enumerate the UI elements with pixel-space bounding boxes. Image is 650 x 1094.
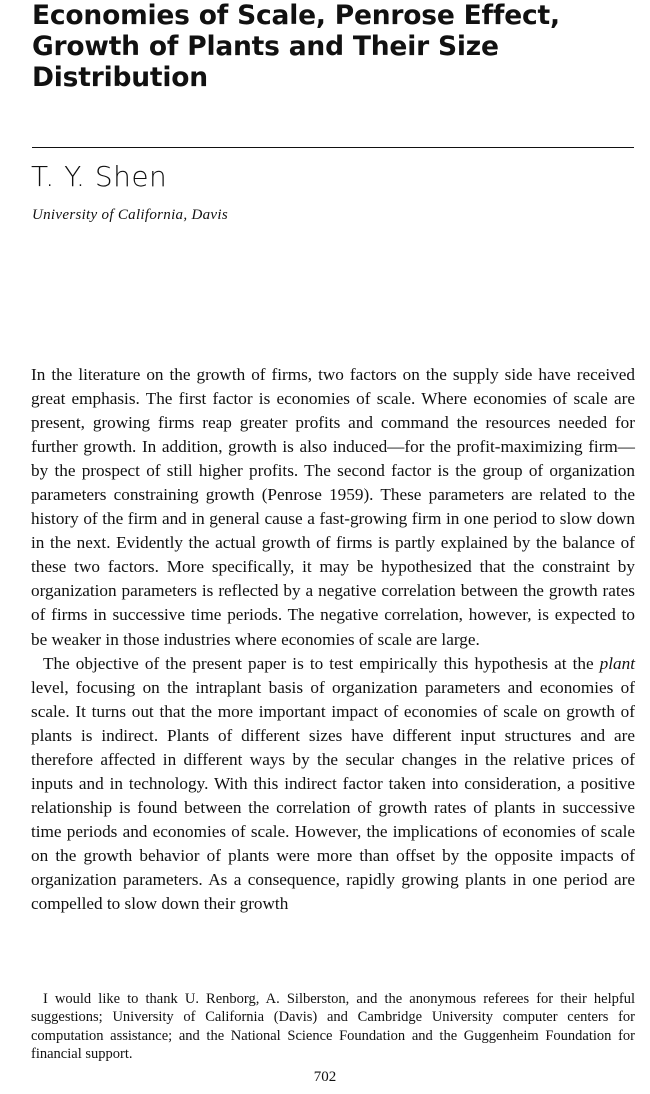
footnote-text: I would like to thank U. Renborg, A. Sil… bbox=[31, 991, 635, 1063]
title-divider bbox=[32, 147, 634, 148]
author-name: T. Y. Shen bbox=[31, 160, 168, 193]
acknowledgment-footnote: I would like to thank U. Renborg, A. Sil… bbox=[31, 990, 635, 1064]
body-paragraph-1: In the literature on the growth of firms… bbox=[31, 365, 635, 649]
paragraph-2-lead: The objective of the present paper is to… bbox=[43, 653, 600, 673]
article-title: Economies of Scale, Penrose Effect, Grow… bbox=[32, 0, 560, 93]
page-number: 702 bbox=[313, 1069, 337, 1085]
article-body: In the literature on the growth of firms… bbox=[31, 363, 635, 916]
paragraph-2-rest: level, focusing on the intraplant basis … bbox=[31, 677, 635, 914]
italic-term: plant bbox=[599, 653, 635, 673]
body-paragraph-2: The objective of the present paper is to… bbox=[31, 652, 635, 917]
author-affiliation: University of California, Davis bbox=[32, 207, 228, 223]
